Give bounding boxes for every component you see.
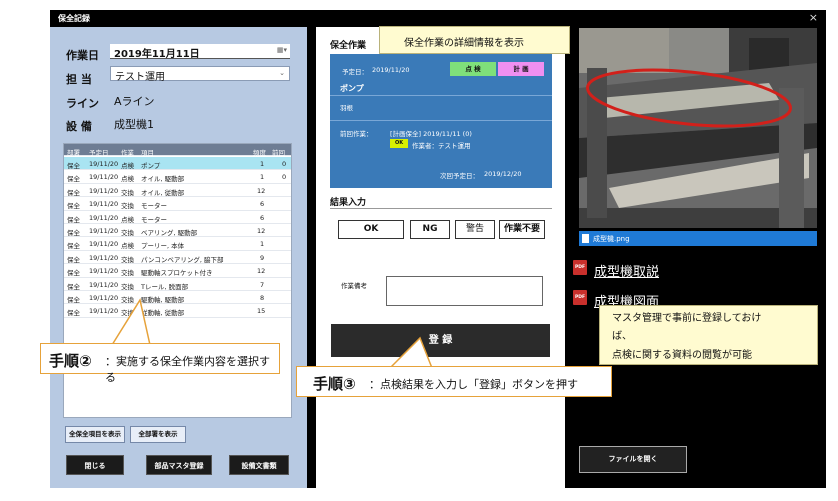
step2-callout: 手順② ：実施する保全作業内容を選択する — [40, 343, 280, 384]
step2-title: 手順② — [49, 352, 92, 370]
step3-text: ：点検結果を入力し「登録」ボタンを押す — [369, 378, 578, 391]
step3-title: 手順③ — [313, 375, 356, 393]
step2-text: ：実施する保全作業内容を選択する — [105, 355, 270, 384]
callout-pointers — [110, 298, 434, 369]
step3-callout: 手順③ ：点検結果を入力し「登録」ボタンを押す — [296, 366, 612, 397]
